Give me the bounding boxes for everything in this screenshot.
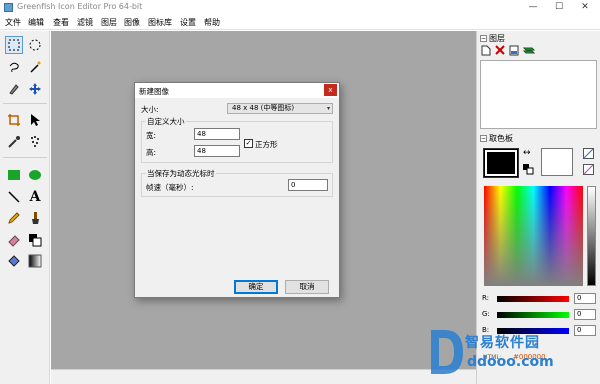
watermark-brand: 智易软件园 [465, 335, 540, 351]
luminance-bar[interactable] [587, 186, 596, 286]
window-title: Greenfish Icon Editor Pro 64-bit [17, 2, 143, 11]
red-value[interactable]: 0 [574, 293, 596, 304]
line-tool[interactable] [5, 188, 23, 206]
width-label: 宽: [146, 131, 157, 140]
chevron-down-icon: ▾ [326, 105, 330, 112]
frame-rate-label: 帧速（毫秒）: [146, 183, 194, 192]
menu-help[interactable]: 帮助 [204, 17, 220, 28]
gradient-tool[interactable] [26, 252, 44, 270]
pointer-tool[interactable] [26, 111, 44, 129]
lasso-tool[interactable] [5, 58, 23, 76]
menu-settings[interactable]: 设置 [180, 17, 196, 28]
red-slider[interactable]: R: 0 [482, 293, 598, 304]
menu-image[interactable]: 图像 [124, 17, 140, 28]
fill-tool[interactable] [26, 231, 44, 249]
red-label: R: [482, 294, 490, 302]
menu-icon-library[interactable]: 图标库 [148, 17, 172, 28]
size-dropdown-value: 48 x 48 (中等图标) [232, 104, 295, 112]
invert-color-icon[interactable] [583, 164, 594, 175]
move-tool[interactable] [26, 80, 44, 98]
toolbox: A [0, 31, 50, 384]
title-bar: Greenfish Icon Editor Pro 64-bit — ☐ ✕ [0, 0, 600, 15]
swap-colors-icon[interactable]: ↔ [523, 148, 531, 158]
green-label: G: [482, 310, 490, 318]
ok-button[interactable]: 确定 [234, 280, 278, 294]
width-input[interactable]: 48 [194, 128, 240, 140]
layers-toolbar [481, 45, 535, 56]
palette-header[interactable]: − 取色板 [480, 133, 513, 144]
dialog-close-button[interactable]: x [324, 84, 337, 96]
spray-tool[interactable] [26, 133, 44, 151]
background-color-swatch[interactable] [541, 148, 573, 176]
pen-path-tool[interactable] [5, 80, 23, 98]
eraser-tool[interactable] [5, 231, 23, 249]
bucket-tool[interactable] [5, 252, 23, 270]
height-label: 高: [146, 148, 157, 157]
square-label: 正方形 [255, 140, 278, 149]
color-spectrum[interactable] [484, 186, 583, 286]
green-slider[interactable]: G: 0 [482, 309, 598, 320]
height-input[interactable]: 48 [194, 145, 240, 157]
toolbox-separator [3, 103, 47, 104]
crop-tool[interactable] [5, 111, 23, 129]
watermark-url: ddooo.com [467, 354, 554, 370]
collapse-icon[interactable]: − [480, 35, 487, 42]
custom-size-title: 自定义大小 [146, 116, 186, 127]
menu-bar: 文件 编辑 查看 滤镜 图层 图像 图标库 设置 帮助 [0, 15, 600, 30]
rect-select-tool[interactable] [5, 36, 23, 54]
ellipse-select-tool[interactable] [26, 36, 44, 54]
transparent-color-icon[interactable] [583, 148, 594, 159]
menu-view[interactable]: 查看 [53, 17, 69, 28]
red-track[interactable] [497, 296, 569, 302]
text-tool[interactable]: A [26, 188, 44, 206]
dialog-title: 新建图像 [139, 87, 169, 96]
minimize-button[interactable]: — [520, 0, 546, 15]
new-layer-icon[interactable] [481, 45, 491, 56]
delete-layer-icon[interactable] [495, 45, 505, 56]
menu-filter[interactable]: 滤镜 [77, 17, 93, 28]
menu-edit[interactable]: 编辑 [28, 17, 44, 28]
layers-label: 图层 [489, 34, 505, 43]
maximize-button[interactable]: ☐ [546, 0, 572, 15]
brush-tool[interactable] [26, 209, 44, 227]
reset-colors-icon[interactable] [523, 164, 534, 175]
menu-file[interactable]: 文件 [5, 17, 21, 28]
size-label: 大小: [141, 105, 159, 114]
watermark-logo-icon [431, 330, 463, 374]
ellipse-tool[interactable] [26, 166, 44, 184]
menu-layer[interactable]: 图层 [101, 17, 117, 28]
green-track[interactable] [497, 312, 569, 318]
color-picker-tool[interactable] [5, 133, 23, 151]
foreground-color-swatch[interactable] [483, 148, 519, 178]
collapse-icon[interactable]: − [480, 135, 487, 142]
rectangle-tool[interactable] [5, 166, 23, 184]
layers-list[interactable] [480, 60, 597, 129]
watermark: 智易软件园 ddooo.com [425, 322, 575, 382]
status-bar [51, 369, 476, 384]
magic-wand-tool[interactable] [26, 58, 44, 76]
dialog-title-bar: 新建图像 x [135, 83, 339, 98]
animation-group-title: 当保存为动态光标时 [146, 168, 216, 179]
size-dropdown[interactable]: 48 x 48 (中等图标) ▾ [227, 103, 333, 114]
green-value[interactable]: 0 [574, 309, 596, 320]
cancel-button[interactable]: 取消 [285, 280, 329, 294]
new-image-dialog: 新建图像 x 大小: 48 x 48 (中等图标) ▾ 自定义大小 宽: 48 … [134, 82, 340, 298]
blue-value[interactable]: 0 [574, 325, 596, 336]
merge-layers-icon[interactable] [523, 45, 535, 56]
palette-label: 取色板 [489, 134, 513, 143]
pencil-tool[interactable] [5, 209, 23, 227]
close-button[interactable]: ✕ [572, 0, 598, 15]
frame-rate-input[interactable]: 0 [288, 179, 328, 191]
app-icon [4, 3, 13, 12]
animation-group: 当保存为动态光标时 帧速（毫秒）: 0 [141, 168, 333, 197]
toolbox-separator [3, 157, 47, 158]
custom-size-group: 自定义大小 宽: 48 高: 48 ✓ 正方形 [141, 116, 333, 163]
layers-header[interactable]: − 图层 [480, 33, 505, 44]
layer-properties-icon[interactable] [509, 45, 519, 56]
square-checkbox[interactable]: ✓ [244, 139, 253, 148]
